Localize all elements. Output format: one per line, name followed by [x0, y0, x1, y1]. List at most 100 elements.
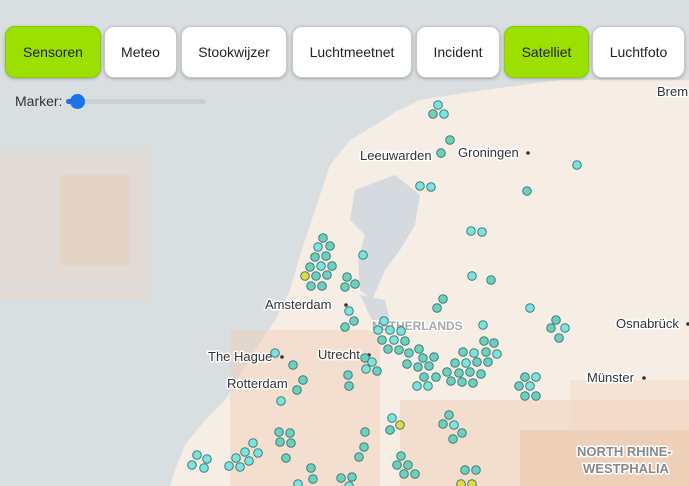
- sensor-marker[interactable]: [454, 368, 464, 378]
- sensor-marker[interactable]: [361, 364, 371, 374]
- sensor-marker[interactable]: [317, 281, 327, 291]
- sensor-marker[interactable]: [554, 333, 564, 343]
- sensor-marker[interactable]: [340, 282, 350, 292]
- sensor-marker[interactable]: [531, 372, 541, 382]
- sensor-marker[interactable]: [387, 413, 397, 423]
- sensor-marker[interactable]: [486, 275, 496, 285]
- sensor-marker[interactable]: [477, 227, 487, 237]
- sensor-marker[interactable]: [354, 452, 364, 462]
- sensor-marker[interactable]: [525, 303, 535, 313]
- tab-sensoren[interactable]: Sensoren: [5, 26, 101, 78]
- tab-satelliet[interactable]: Satelliet: [504, 26, 589, 78]
- sensor-marker[interactable]: [514, 381, 524, 391]
- sensor-marker[interactable]: [349, 316, 359, 326]
- sensor-marker[interactable]: [199, 463, 209, 473]
- sensor-marker[interactable]: [403, 460, 413, 470]
- sensor-marker[interactable]: [414, 344, 424, 354]
- sensor-marker[interactable]: [444, 410, 454, 420]
- sensor-marker[interactable]: [383, 344, 393, 354]
- sensor-marker[interactable]: [298, 375, 308, 385]
- sensor-marker[interactable]: [385, 325, 395, 335]
- sensor-marker[interactable]: [450, 358, 460, 368]
- sensor-marker[interactable]: [520, 391, 530, 401]
- sensor-marker[interactable]: [244, 456, 254, 466]
- sensor-marker[interactable]: [373, 325, 383, 335]
- sensor-marker[interactable]: [343, 370, 353, 380]
- sensor-marker[interactable]: [433, 100, 443, 110]
- sensor-marker[interactable]: [344, 306, 354, 316]
- sensor-marker[interactable]: [270, 348, 280, 358]
- sensor-marker[interactable]: [340, 322, 350, 332]
- sensor-marker[interactable]: [460, 465, 470, 475]
- sensor-marker[interactable]: [396, 451, 406, 461]
- sensor-marker[interactable]: [424, 361, 434, 371]
- sensor-marker[interactable]: [308, 474, 318, 484]
- sensor-marker[interactable]: [394, 345, 404, 355]
- sensor-marker[interactable]: [572, 160, 582, 170]
- sensor-marker[interactable]: [489, 338, 499, 348]
- sensor-marker[interactable]: [525, 381, 535, 391]
- sensor-marker[interactable]: [231, 453, 241, 463]
- sensor-marker[interactable]: [248, 438, 258, 448]
- sensor-marker[interactable]: [285, 428, 295, 438]
- sensor-marker[interactable]: [438, 419, 448, 429]
- tab-incident[interactable]: Incident: [416, 26, 500, 78]
- sensor-marker[interactable]: [476, 369, 486, 379]
- sensor-marker[interactable]: [456, 479, 466, 486]
- sensor-marker[interactable]: [465, 367, 475, 377]
- sensor-marker[interactable]: [400, 336, 410, 346]
- sensor-marker[interactable]: [438, 294, 448, 304]
- sensor-marker[interactable]: [235, 462, 245, 472]
- sensor-marker[interactable]: [293, 479, 303, 486]
- marker-slider-thumb[interactable]: [70, 94, 85, 109]
- sensor-marker[interactable]: [306, 281, 316, 291]
- tab-stookwijzer[interactable]: Stookwijzer: [181, 26, 287, 78]
- sensor-marker[interactable]: [442, 367, 452, 377]
- sensor-marker[interactable]: [300, 271, 310, 281]
- sensor-marker[interactable]: [379, 316, 389, 326]
- sensor-marker[interactable]: [461, 358, 471, 368]
- sensor-marker[interactable]: [522, 186, 532, 196]
- sensor-marker[interactable]: [412, 381, 422, 391]
- sensor-marker[interactable]: [202, 454, 212, 464]
- sensor-marker[interactable]: [347, 472, 357, 482]
- sensor-marker[interactable]: [359, 442, 369, 452]
- sensor-marker[interactable]: [292, 385, 302, 395]
- sensor-marker[interactable]: [471, 465, 481, 475]
- sensor-marker[interactable]: [481, 347, 491, 357]
- sensor-marker[interactable]: [342, 272, 352, 282]
- sensor-marker[interactable]: [311, 271, 321, 281]
- sensor-marker[interactable]: [399, 469, 409, 479]
- sensor-marker[interactable]: [325, 241, 335, 251]
- sensor-marker[interactable]: [316, 261, 326, 271]
- sensor-marker[interactable]: [546, 323, 556, 333]
- sensor-marker[interactable]: [413, 362, 423, 372]
- sensor-marker[interactable]: [275, 437, 285, 447]
- tab-luchtfoto[interactable]: Luchtfoto: [592, 26, 685, 78]
- sensor-marker[interactable]: [429, 352, 439, 362]
- sensor-marker[interactable]: [479, 336, 489, 346]
- sensor-marker[interactable]: [458, 347, 468, 357]
- sensor-marker[interactable]: [322, 270, 332, 280]
- sensor-marker[interactable]: [431, 372, 441, 382]
- sensor-marker[interactable]: [467, 479, 477, 486]
- tab-meteo[interactable]: Meteo: [104, 26, 177, 78]
- sensor-marker[interactable]: [439, 109, 449, 119]
- sensor-marker[interactable]: [531, 391, 541, 401]
- sensor-marker[interactable]: [253, 448, 263, 458]
- sensor-marker[interactable]: [377, 335, 387, 345]
- sensor-marker[interactable]: [187, 460, 197, 470]
- sensor-marker[interactable]: [560, 323, 570, 333]
- sensor-marker[interactable]: [520, 372, 530, 382]
- sensor-marker[interactable]: [436, 148, 446, 158]
- sensor-marker[interactable]: [318, 233, 328, 243]
- sensor-marker[interactable]: [321, 251, 331, 261]
- sensor-marker[interactable]: [372, 366, 382, 376]
- sensor-marker[interactable]: [327, 261, 337, 271]
- sensor-marker[interactable]: [457, 428, 467, 438]
- sensor-marker[interactable]: [344, 481, 354, 486]
- sensor-marker[interactable]: [415, 181, 425, 191]
- sensor-marker[interactable]: [466, 226, 476, 236]
- sensor-marker[interactable]: [446, 376, 456, 386]
- sensor-marker[interactable]: [224, 461, 234, 471]
